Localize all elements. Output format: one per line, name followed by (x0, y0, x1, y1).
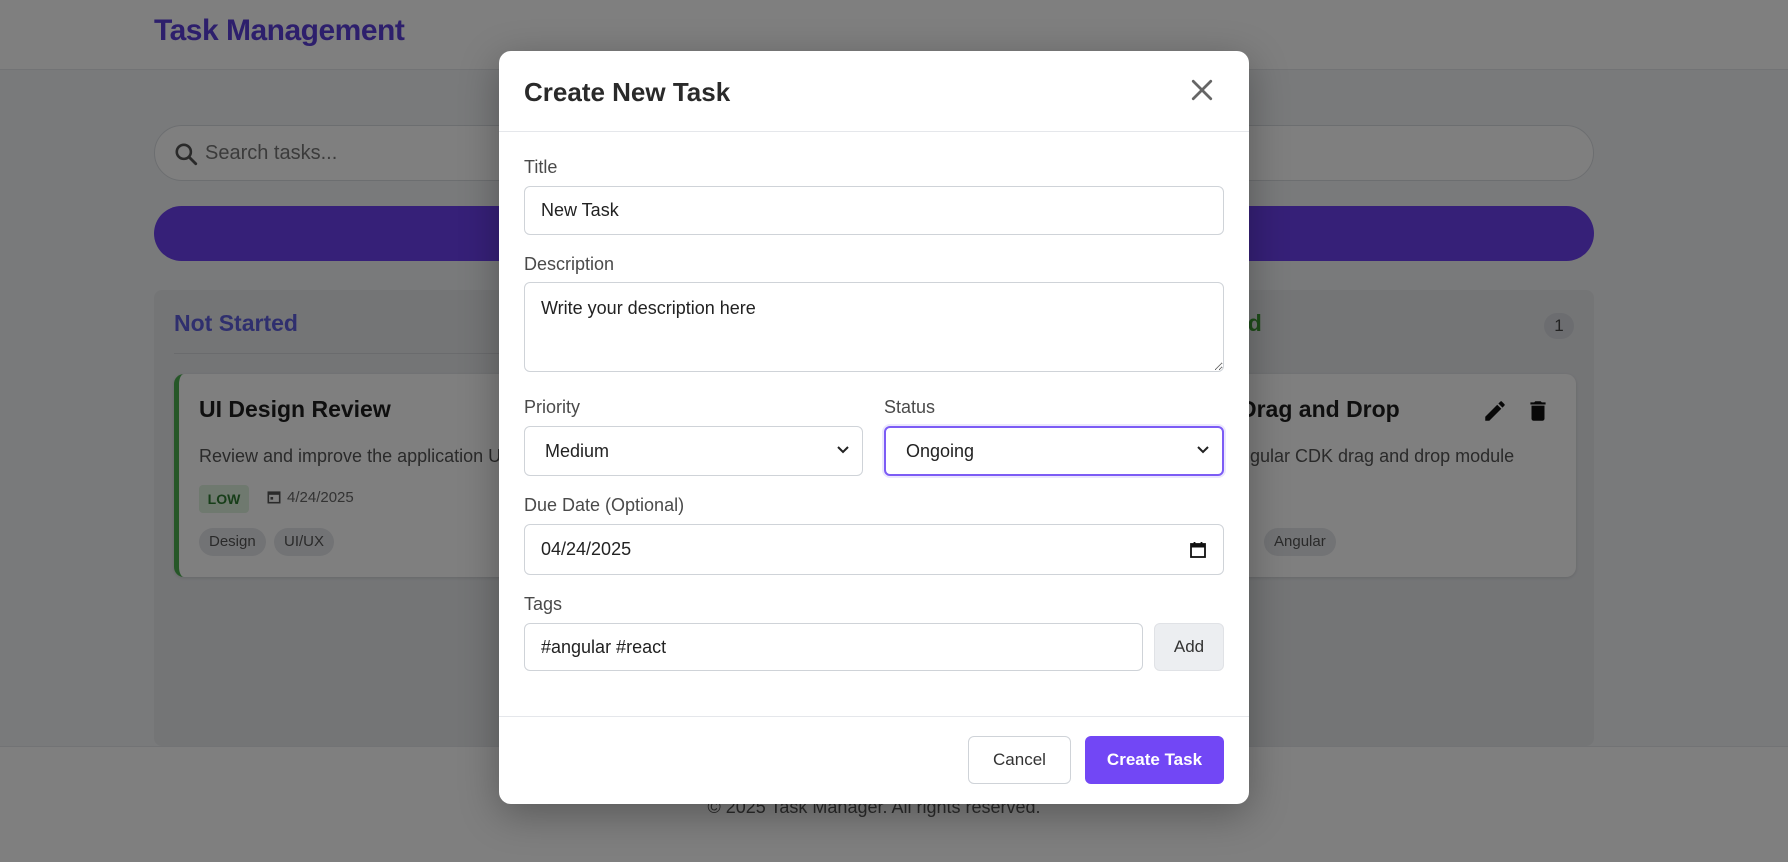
due-date-input[interactable]: 04/24/2025 (524, 524, 1224, 575)
chevron-down-icon (1197, 446, 1209, 454)
title-input[interactable] (524, 186, 1224, 235)
title-label: Title (524, 157, 558, 177)
description-textarea[interactable]: Write your description here (524, 282, 1224, 372)
description-label: Description (524, 254, 615, 274)
create-task-button[interactable]: Create Task (1085, 736, 1224, 784)
due-date-value: 04/24/2025 (541, 539, 632, 559)
status-select[interactable]: Ongoing (884, 426, 1224, 476)
create-task-modal: Create New Task Title Description Write … (499, 51, 1249, 804)
tags-input[interactable] (524, 623, 1143, 671)
status-select-value: Ongoing (906, 441, 975, 461)
priority-label: Priority (524, 397, 581, 417)
tags-label: Tags (524, 594, 563, 614)
status-label: Status (884, 397, 936, 417)
cancel-button[interactable]: Cancel (968, 736, 1071, 784)
add-tag-button[interactable]: Add (1154, 623, 1224, 671)
modal-footer: Cancel Create Task (499, 716, 1249, 804)
chevron-down-icon (837, 446, 849, 454)
modal-title: Create New Task (524, 77, 731, 107)
priority-select-value: Medium (545, 441, 610, 461)
close-icon[interactable] (1187, 75, 1217, 105)
calendar-icon[interactable] (1189, 541, 1207, 559)
priority-select[interactable]: Medium (524, 426, 863, 476)
modal-header: Create New Task (499, 51, 1249, 132)
due-date-label: Due Date (Optional) (524, 495, 685, 515)
